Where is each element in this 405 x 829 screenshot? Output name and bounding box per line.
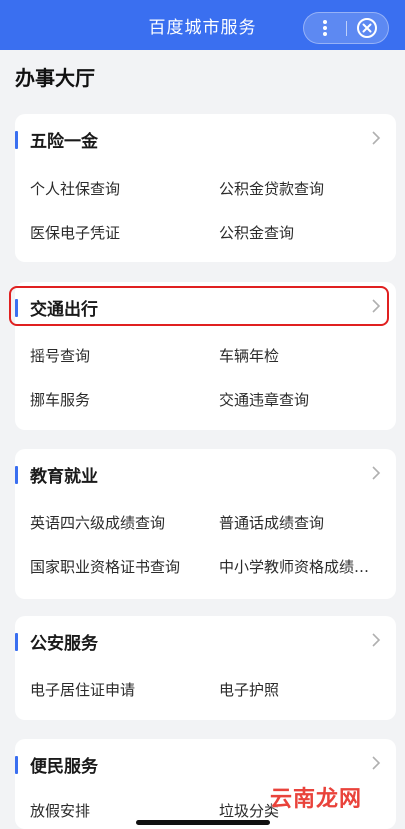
- service-item[interactable]: 交通违章查询: [219, 389, 379, 410]
- section-title: 教育就业: [30, 467, 98, 487]
- section-accent-bar: [15, 131, 18, 149]
- highlight-box: [9, 286, 389, 326]
- close-circle-icon[interactable]: [356, 17, 378, 39]
- page-title: 办事大厅: [15, 66, 95, 90]
- section-card-education: 教育就业 英语四六级成绩查询 普通话成绩查询 国家职业资格证书查询 中小学教师资…: [15, 449, 396, 599]
- chevron-right-icon: [370, 755, 382, 771]
- top-bar: 百度城市服务: [0, 0, 405, 50]
- section-title: 五险一金: [30, 132, 98, 152]
- mini-program-capsule: [303, 12, 389, 44]
- section-card-insurance-fund: 五险一金 个人社保查询 公积金贷款查询 医保电子凭证 公积金查询: [15, 114, 396, 262]
- chevron-right-icon: [370, 130, 382, 146]
- section-title: 公安服务: [30, 634, 98, 654]
- section-accent-bar: [15, 633, 18, 651]
- section-accent-bar: [15, 466, 18, 484]
- service-item[interactable]: 放假安排: [30, 800, 190, 821]
- watermark: 云南龙网: [270, 787, 363, 812]
- service-item[interactable]: 普通话成绩查询: [219, 512, 379, 533]
- section-card-public-security: 公安服务 电子居住证申请 电子护照: [15, 616, 396, 720]
- chevron-right-icon: [370, 465, 382, 481]
- chevron-right-icon: [370, 632, 382, 648]
- section-header[interactable]: 公安服务: [15, 616, 396, 664]
- service-item[interactable]: 公积金贷款查询: [219, 178, 379, 199]
- service-item[interactable]: 个人社保查询: [30, 178, 190, 199]
- service-item[interactable]: 挪车服务: [30, 389, 190, 410]
- section-header[interactable]: 教育就业: [15, 449, 396, 497]
- section-title: 便民服务: [30, 757, 98, 777]
- home-indicator[interactable]: [136, 820, 270, 825]
- service-item[interactable]: 车辆年检: [219, 345, 379, 366]
- service-item[interactable]: 电子居住证申请: [30, 679, 190, 700]
- service-item[interactable]: 电子护照: [219, 679, 379, 700]
- service-item[interactable]: 中小学教师资格成绩查询: [219, 556, 377, 577]
- service-item[interactable]: 国家职业资格证书查询: [30, 556, 210, 577]
- more-vertical-icon[interactable]: [312, 13, 338, 43]
- section-header[interactable]: 便民服务: [15, 739, 396, 787]
- service-item[interactable]: 公积金查询: [219, 222, 379, 243]
- capsule-divider: [346, 21, 347, 36]
- section-accent-bar: [15, 756, 18, 774]
- service-item[interactable]: 英语四六级成绩查询: [30, 512, 190, 533]
- section-header[interactable]: 五险一金: [15, 114, 396, 162]
- service-item[interactable]: 摇号查询: [30, 345, 190, 366]
- service-item[interactable]: 医保电子凭证: [30, 222, 190, 243]
